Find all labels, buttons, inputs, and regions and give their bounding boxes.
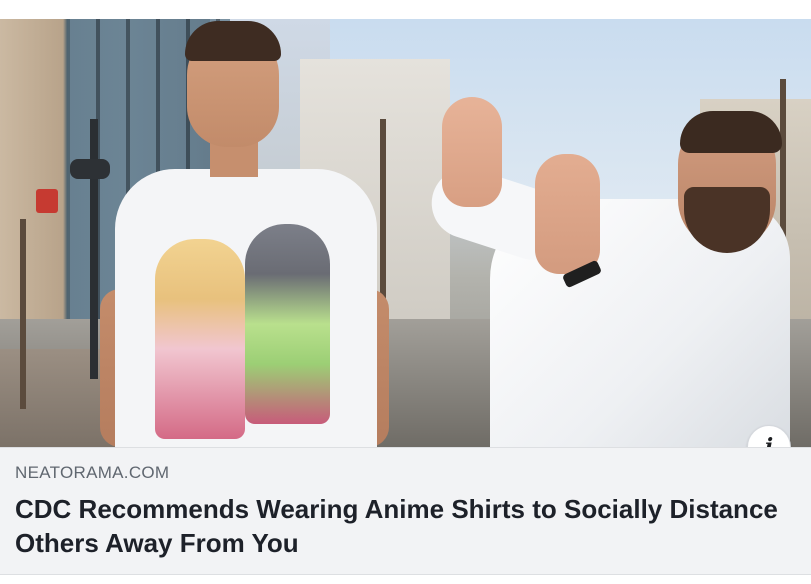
hair <box>185 21 281 61</box>
raised-hand-right <box>535 154 600 274</box>
red-shop-sign <box>36 189 58 213</box>
hair <box>680 111 782 153</box>
anime-girl-catears-print <box>245 224 330 424</box>
raised-hand-left <box>442 97 502 207</box>
anime-girl-blonde-print <box>155 239 245 439</box>
divider <box>0 574 811 575</box>
tree-trunk <box>20 219 26 409</box>
preview-image[interactable]: i <box>0 19 811 447</box>
link-preview-meta[interactable]: NEATORAMA.COM CDC Recommends Wearing Ani… <box>0 447 811 574</box>
man-in-anime-shirt <box>95 19 395 447</box>
source-domain: NEATORAMA.COM <box>15 463 170 482</box>
info-icon: i <box>764 434 774 447</box>
link-preview-card[interactable]: i NEATORAMA.COM CDC Recommends Wearing A… <box>0 19 811 574</box>
article-headline[interactable]: CDC Recommends Wearing Anime Shirts to S… <box>15 492 795 560</box>
man-recoiling <box>422 19 811 447</box>
